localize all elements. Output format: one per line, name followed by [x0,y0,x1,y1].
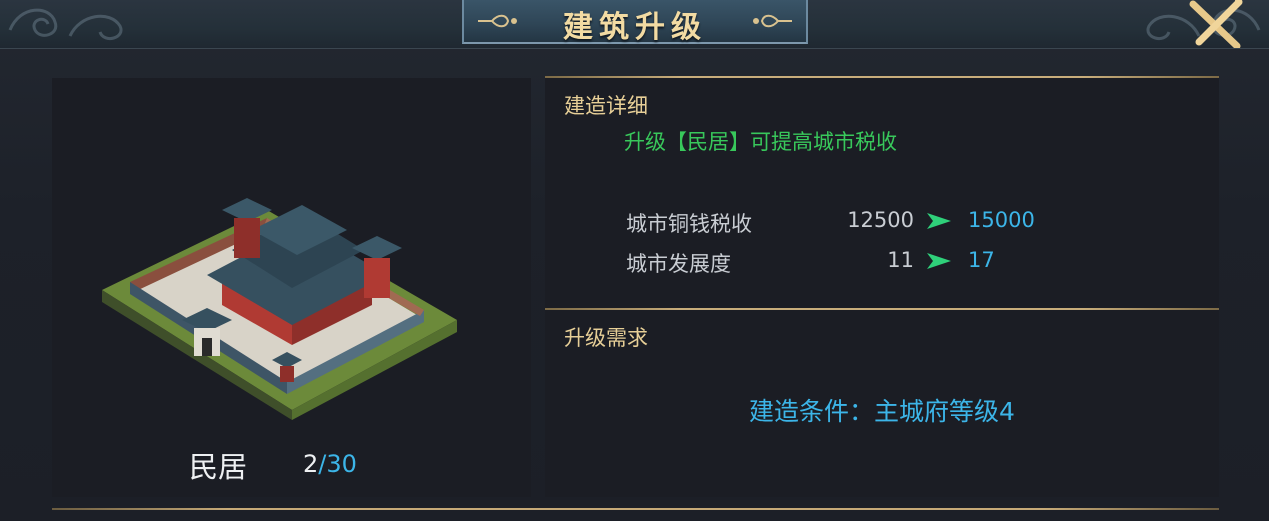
divider [545,76,1219,78]
title-ornament-icon [753,14,792,28]
title-plate: 建筑升级 [462,0,808,45]
building-preview-panel: 民居 2/30 [52,78,531,497]
right-arrow-icon [927,213,951,229]
close-x-icon[interactable] [1179,0,1249,48]
upgrade-description: 升级【民居】可提高城市税收 [624,130,897,154]
upgrade-details-panel: 建造详细 升级【民居】可提高城市税收 城市铜钱税收 12500 15000 城市… [545,76,1219,497]
cloud-ornament-icon [8,8,123,41]
stat-new-tax: 15000 [968,208,1035,232]
stat-old-tax: 12500 [847,208,914,232]
stat-label-tax: 城市铜钱税收 [626,212,752,236]
bottom-divider [52,508,1219,510]
building-level: 2/30 [303,450,357,478]
requirements-heading: 升级需求 [564,326,648,350]
residence-building-image [102,198,457,420]
level-current: 2 [303,450,319,478]
stat-new-development: 17 [968,248,995,272]
divider [545,308,1219,310]
stat-old-development: 11 [887,248,914,272]
stat-label-development: 城市发展度 [626,252,731,276]
level-max: 30 [326,450,357,478]
details-heading: 建造详细 [564,94,648,118]
right-arrow-icon [927,253,951,269]
building-upgrade-dialog: 建筑升级 民居 2/30 建造详细 升级【民居】可提高城市税收 城市铜钱税收 1… [0,0,1269,521]
build-condition: 建造条件：主城府等级4 [749,397,1015,426]
dialog-header: 建筑升级 [0,0,1269,49]
building-name: 民居 [189,450,248,484]
